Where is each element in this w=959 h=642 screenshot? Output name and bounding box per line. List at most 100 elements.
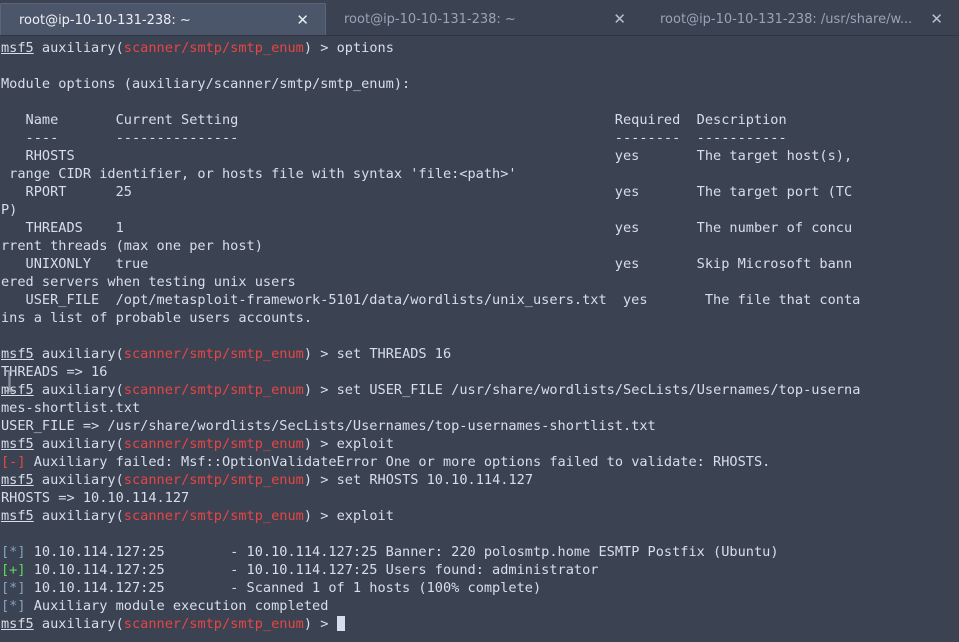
- terminal-line-text: P): [1, 202, 18, 218]
- terminal-command: exploit: [336, 508, 394, 524]
- terminal-prompt-line: msf5 auxiliary(scanner/smtp/smtp_enum) >…: [1, 39, 959, 57]
- terminal-prompt-line: msf5 auxiliary(scanner/smtp/smtp_enum) >…: [1, 435, 959, 453]
- terminal-output-line: mes-shortlist.txt: [1, 399, 959, 417]
- prompt-context: auxiliary(: [33, 40, 124, 56]
- status-marker: [*]: [1, 544, 26, 560]
- terminal-prompt-line: msf5 auxiliary(scanner/smtp/smtp_enum) >: [1, 615, 959, 633]
- terminal-output-line: ---- --------------- -------- ----------…: [1, 129, 959, 147]
- status-marker: [-]: [1, 454, 26, 470]
- prompt-user: msf5: [1, 616, 34, 632]
- terminal-prompt-line: msf5 auxiliary(scanner/smtp/smtp_enum) >…: [1, 381, 959, 399]
- tab-close-icon[interactable]: ✕: [607, 12, 632, 27]
- status-marker: [*]: [1, 598, 26, 614]
- terminal-tab-3[interactable]: root@ip-10-10-131-238: /usr/share/w... ✕: [642, 3, 959, 36]
- status-text: Auxiliary failed: Msf::OptionValidateErr…: [25, 454, 771, 470]
- status-text: 10.10.114.127:25 - 10.10.114.127:25 User…: [25, 562, 599, 578]
- prompt-module-name: scanner/smtp/smtp_enum: [123, 616, 304, 632]
- prompt-user: msf5: [1, 508, 34, 524]
- prompt-context: auxiliary(: [33, 472, 124, 488]
- terminal-status-line: [+] 10.10.114.127:25 - 10.10.114.127:25 …: [1, 561, 959, 579]
- terminal-prompt-line: msf5 auxiliary(scanner/smtp/smtp_enum) >…: [1, 345, 959, 363]
- terminal-output-line: rrent threads (max one per host): [1, 237, 959, 255]
- prompt-context: auxiliary(: [33, 616, 124, 632]
- terminal-line-text: range CIDR identifier, or hosts file wit…: [1, 166, 517, 182]
- terminal-line-text: RHOSTS => 10.10.114.127: [1, 490, 190, 506]
- prompt-module-name: scanner/smtp/smtp_enum: [123, 436, 304, 452]
- tab-bar: root@ip-10-10-131-238: ~ ✕ root@ip-10-10-1…: [0, 0, 959, 36]
- terminal-output-line: THREADS => 16: [1, 363, 959, 381]
- terminal-output-line: range CIDR identifier, or hosts file wit…: [1, 165, 959, 183]
- terminal-command: options: [336, 40, 394, 56]
- terminal-output[interactable]: msf5 auxiliary(scanner/smtp/smtp_enum) >…: [0, 36, 959, 642]
- status-text: 10.10.114.127:25 - Scanned 1 of 1 hosts …: [25, 580, 542, 596]
- prompt-user: msf5: [1, 40, 34, 56]
- prompt-context: auxiliary(: [33, 346, 124, 362]
- prompt-suffix: ) >: [303, 436, 337, 452]
- terminal-prompt-line: msf5 auxiliary(scanner/smtp/smtp_enum) >…: [1, 507, 959, 525]
- terminal-output-line: ered servers when testing unix users: [1, 273, 959, 291]
- prompt-context: auxiliary(: [33, 508, 124, 524]
- prompt-suffix: ) >: [303, 472, 337, 488]
- terminal-line-text: Name Current Setting Required Descriptio…: [1, 112, 787, 128]
- terminal-output-line: THREADS 1 yes The number of concu: [1, 219, 959, 237]
- prompt-suffix: ) >: [303, 346, 337, 362]
- prompt-user: msf5: [1, 382, 34, 398]
- tab-title: root@ip-10-10-131-238: ~: [19, 12, 191, 28]
- terminal-output-line: RHOSTS yes The target host(s),: [1, 147, 959, 165]
- terminal-line-text: THREADS => 16: [1, 364, 108, 380]
- terminal-tab-1[interactable]: root@ip-10-10-131-238: ~ ✕: [0, 3, 326, 36]
- terminal-command: set THREADS 16: [336, 346, 452, 362]
- terminal-output-line: UNIXONLY true yes Skip Microsoft bann: [1, 255, 959, 273]
- terminal-line-text: UNIXONLY true yes Skip Microsoft bann: [1, 256, 853, 272]
- terminal-line-text: USER_FILE /opt/metasploit-framework-5101…: [1, 292, 861, 308]
- terminal-output-line: P): [1, 201, 959, 219]
- status-text: Auxiliary module execution completed: [25, 598, 329, 614]
- terminal-line-text: mes-shortlist.txt: [1, 400, 141, 416]
- terminal-command: set RHOSTS 10.10.114.127: [336, 472, 534, 488]
- text-cursor: [336, 616, 345, 631]
- tab-title: root@ip-10-10-131-238: /usr/share/w...: [660, 12, 913, 27]
- terminal-line-text: rrent threads (max one per host): [1, 238, 263, 254]
- terminal-status-line: [-] Auxiliary failed: Msf::OptionValidat…: [1, 453, 959, 471]
- prompt-context: auxiliary(: [33, 382, 124, 398]
- status-marker: [+]: [1, 562, 26, 578]
- prompt-module-name: scanner/smtp/smtp_enum: [123, 508, 304, 524]
- status-marker: [*]: [1, 580, 26, 596]
- terminal-command: set USER_FILE /usr/share/wordlists/SecLi…: [336, 382, 861, 398]
- terminal-line-text: USER_FILE => /usr/share/wordlists/SecLis…: [1, 418, 656, 434]
- terminal-command: exploit: [336, 436, 394, 452]
- prompt-suffix: ) >: [303, 616, 337, 632]
- terminal-output-line: RHOSTS => 10.10.114.127: [1, 489, 959, 507]
- status-text: 10.10.114.127:25 - 10.10.114.127:25 Bann…: [25, 544, 779, 560]
- terminal-prompt-line: msf5 auxiliary(scanner/smtp/smtp_enum) >…: [1, 471, 959, 489]
- terminal-output-line: USER_FILE => /usr/share/wordlists/SecLis…: [1, 417, 959, 435]
- terminal-output-line: RPORT 25 yes The target port (TC: [1, 183, 959, 201]
- tab-close-icon[interactable]: ✕: [924, 12, 949, 27]
- terminal-line-text: ins a list of probable users accounts.: [1, 310, 312, 326]
- terminal-line-text: ---- --------------- -------- ----------…: [1, 130, 787, 146]
- tab-close-icon[interactable]: ✕: [290, 12, 315, 28]
- prompt-module-name: scanner/smtp/smtp_enum: [123, 346, 304, 362]
- prompt-user: msf5: [1, 472, 34, 488]
- terminal-tab-2[interactable]: root@ip-10-10-131-238: ~ ✕: [326, 3, 642, 36]
- prompt-user: msf5: [1, 346, 34, 362]
- prompt-module-name: scanner/smtp/smtp_enum: [123, 40, 304, 56]
- prompt-context: auxiliary(: [33, 436, 124, 452]
- terminal-output-line: USER_FILE /opt/metasploit-framework-5101…: [1, 291, 959, 309]
- prompt-suffix: ) >: [303, 382, 337, 398]
- prompt-user: msf5: [1, 436, 34, 452]
- terminal-output-line: Name Current Setting Required Descriptio…: [1, 111, 959, 129]
- terminal-output-line: Module options (auxiliary/scanner/smtp/s…: [1, 75, 959, 93]
- tab-title: root@ip-10-10-131-238: ~: [344, 12, 516, 27]
- terminal-line-text: RPORT 25 yes The target port (TC: [1, 184, 853, 200]
- prompt-suffix: ) >: [303, 508, 337, 524]
- prompt-suffix: ) >: [303, 40, 337, 56]
- terminal-status-line: [*] 10.10.114.127:25 - Scanned 1 of 1 ho…: [1, 579, 959, 597]
- terminal-line-text: THREADS 1 yes The number of concu: [1, 220, 853, 236]
- terminal-output-line: ins a list of probable users accounts.: [1, 309, 959, 327]
- terminal-line-text: Module options (auxiliary/scanner/smtp/s…: [1, 76, 411, 92]
